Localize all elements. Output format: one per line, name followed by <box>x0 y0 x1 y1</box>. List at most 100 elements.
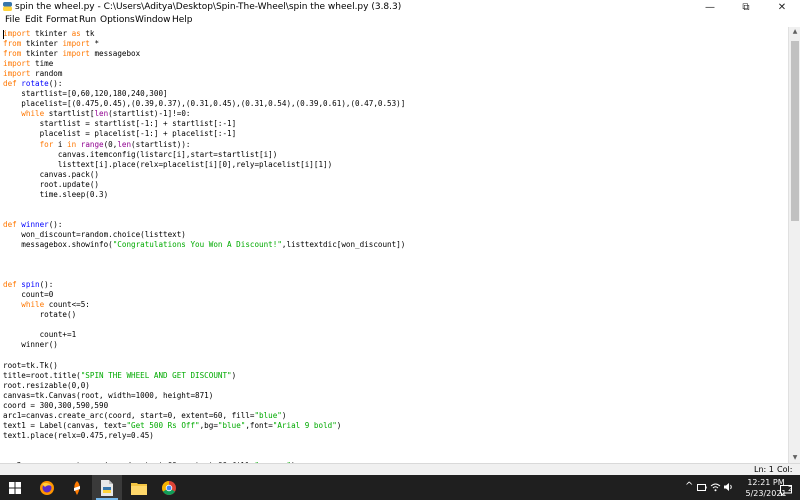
code-line[interactable]: from tkinter import messagebox <box>3 49 405 59</box>
code-line[interactable] <box>3 351 405 361</box>
code-token-kw: import <box>3 29 31 38</box>
battery-icon[interactable] <box>697 483 707 492</box>
code-line[interactable] <box>3 250 405 260</box>
code-token: ) <box>336 420 342 430</box>
code-line[interactable]: def winner(): <box>3 220 405 230</box>
code-token: (startlist)-1]!=0: <box>108 109 191 119</box>
code-token: startlist=[0,60,120,180,240,300] <box>3 89 168 99</box>
code-line[interactable] <box>3 320 405 330</box>
chrome-taskbar-button[interactable] <box>154 475 184 500</box>
code-line[interactable]: text1 = Label(canvas, text="Get 500 Rs O… <box>3 421 405 431</box>
start-button[interactable] <box>0 475 30 500</box>
code-token: (0, <box>103 139 118 149</box>
code-token: tk <box>80 29 95 38</box>
vertical-scrollbar[interactable]: ▲ ▼ <box>788 27 800 463</box>
firefox-taskbar-button[interactable] <box>32 475 62 500</box>
code-token: canvas.itemconfig(listarc[i],start=start… <box>3 149 278 159</box>
restore-button[interactable]: ⧉ <box>728 0 764 14</box>
code-line[interactable]: count=0 <box>3 290 405 300</box>
menu-help[interactable]: Help <box>172 15 193 26</box>
code-token: won_discount=random.choice(listtext) <box>3 229 186 239</box>
code-token: count<=5: <box>44 300 90 310</box>
python-idle-taskbar-button[interactable] <box>92 475 122 500</box>
code-line[interactable]: def rotate(): <box>3 79 405 89</box>
code-token-str: "Arial 9 bold" <box>272 420 337 430</box>
menu-options[interactable]: Options <box>100 15 135 26</box>
code-token-kw: def <box>3 280 17 290</box>
code-line[interactable]: rotate() <box>3 310 405 320</box>
code-token: (): <box>48 219 63 229</box>
code-line[interactable]: root.resizable(0,0) <box>3 381 405 391</box>
code-line[interactable]: def spin(): <box>3 280 405 290</box>
code-token-str: "Get 500 Rs Off" <box>126 420 200 430</box>
menu-file[interactable]: File <box>5 15 20 26</box>
code-text[interactable]: import tkinter as tk from tkinter import … <box>3 29 405 463</box>
code-line[interactable] <box>3 441 405 451</box>
menu-edit[interactable]: Edit <box>25 15 42 26</box>
code-line[interactable]: canvas.itemconfig(listarc[i],start=start… <box>3 150 405 160</box>
code-line[interactable] <box>3 260 405 270</box>
code-token: text1 = Label(canvas, text= <box>3 420 127 430</box>
fruitloops-taskbar-button[interactable] <box>62 475 92 500</box>
code-line[interactable]: root.update() <box>3 180 405 190</box>
close-button[interactable]: ✕ <box>764 0 800 14</box>
code-line[interactable]: canvas=tk.Canvas(root, width=1000, heigh… <box>3 391 405 401</box>
wifi-icon[interactable] <box>710 482 721 492</box>
code-line[interactable]: count+=1 <box>3 330 405 340</box>
action-center-button[interactable]: 2 <box>780 481 794 497</box>
code-line[interactable]: from tkinter import * <box>3 39 405 49</box>
scroll-up-icon[interactable]: ▲ <box>789 27 800 37</box>
code-line[interactable]: startlist=[0,60,120,180,240,300] <box>3 89 405 99</box>
minimize-button[interactable]: — <box>692 0 728 14</box>
code-line[interactable]: startlist = startlist[-1:] + startlist[:… <box>3 119 405 129</box>
code-line[interactable]: import random <box>3 69 405 79</box>
code-line[interactable]: time.sleep(0.3) <box>3 190 405 200</box>
code-token-kw: import <box>62 49 90 59</box>
code-line[interactable]: for i in range(0,len(startlist)): <box>3 140 405 150</box>
code-editor[interactable]: import tkinter as tk from tkinter import … <box>0 27 788 463</box>
code-line[interactable] <box>3 210 405 220</box>
menu-format[interactable]: Format <box>46 15 78 26</box>
code-token: tkinter <box>30 29 72 38</box>
folder-icon <box>131 482 147 495</box>
file-explorer-taskbar-button[interactable] <box>124 475 154 500</box>
code-token: messagebox.showinfo( <box>3 239 113 249</box>
code-line[interactable]: while startlist[len(startlist)-1]!=0: <box>3 109 405 119</box>
code-line[interactable] <box>3 200 405 210</box>
code-token: startlist[ <box>44 109 95 119</box>
code-line[interactable] <box>3 270 405 280</box>
code-line[interactable]: won_discount=random.choice(listtext) <box>3 230 405 240</box>
code-line[interactable]: import time <box>3 59 405 69</box>
menu-run[interactable]: Run <box>79 15 96 26</box>
code-line[interactable]: listtext[i].place(relx=placelist[i][0],r… <box>3 160 405 170</box>
code-line[interactable]: import tkinter as tk <box>3 29 405 39</box>
code-line[interactable]: coord = 300,300,590,590 <box>3 401 405 411</box>
code-token: tkinter <box>21 39 63 49</box>
code-line[interactable]: root=tk.Tk() <box>3 361 405 371</box>
code-line[interactable]: winner() <box>3 340 405 350</box>
code-token: messagebox <box>89 49 141 59</box>
code-token-str: "blue" <box>254 410 282 420</box>
code-token-kw: from <box>3 49 22 59</box>
code-token: canvas=tk.Canvas(root, width=1000, heigh… <box>3 390 214 400</box>
scroll-down-icon[interactable]: ▼ <box>789 453 800 463</box>
code-line[interactable]: placelist = placelist[-1:] + placelist[:… <box>3 129 405 139</box>
code-line[interactable]: while count<=5: <box>3 300 405 310</box>
code-token-def: winner <box>21 219 49 229</box>
volume-icon[interactable] <box>723 482 733 492</box>
code-line[interactable]: title=root.title("SPIN THE WHEEL AND GET… <box>3 371 405 381</box>
code-line[interactable]: messagebox.showinfo("Congratulations You… <box>3 240 405 250</box>
scrollbar-thumb[interactable] <box>791 41 799 221</box>
code-line[interactable]: text1.place(relx=0.475,rely=0.45) <box>3 431 405 441</box>
menu-window[interactable]: Window <box>135 15 171 26</box>
code-line[interactable]: canvas.pack() <box>3 170 405 180</box>
code-line[interactable]: placelist=[(0.475,0.45),(0.39,0.37),(0.3… <box>3 99 405 109</box>
code-token-def: rotate <box>21 79 49 89</box>
tray-chevron-icon[interactable]: ^ <box>685 481 693 492</box>
code-token: time.sleep(0.3) <box>3 189 109 199</box>
code-line[interactable] <box>3 451 405 461</box>
code-token: time <box>30 59 54 69</box>
code-line[interactable]: arc1=canvas.create_arc(coord, start=0, e… <box>3 411 405 421</box>
